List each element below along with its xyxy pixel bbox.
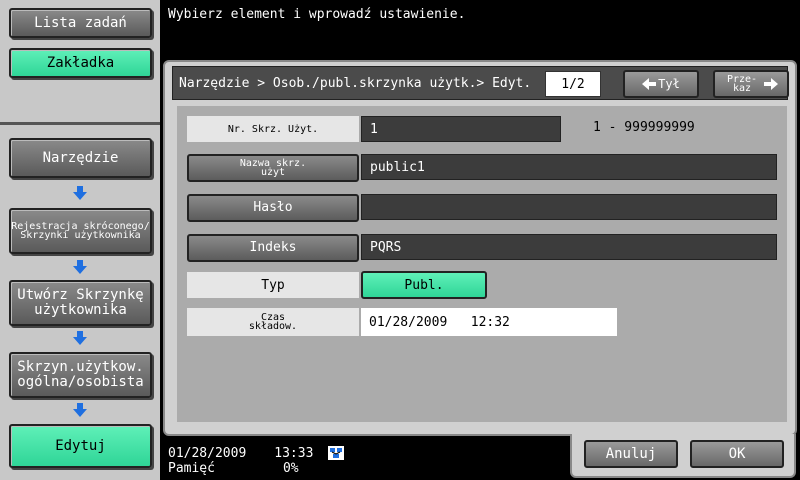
breadcrumb: Narzędzie > Osob./publ.skrzynka użytk.> … (179, 76, 532, 91)
step-label: Edytuj (55, 437, 106, 454)
storage-time-label: Czas składow. (187, 308, 359, 336)
forward-button[interactable]: Prze- kaz (713, 70, 789, 98)
box-name-value: public1 (361, 154, 777, 180)
step-label: Skrzyn.użytkow. ogólna/osobista (17, 359, 144, 390)
type-public-button[interactable]: Publ. (361, 271, 487, 299)
index-button[interactable]: Indeks (187, 234, 359, 262)
forward-label: Prze- kaz (726, 74, 758, 94)
arrow-down-icon (73, 403, 87, 417)
back-button[interactable]: Tył (623, 70, 699, 98)
breadcrumb-step-edit[interactable]: Edytuj (9, 424, 152, 468)
breadcrumb-step-public-personal[interactable]: Skrzyn.użytkow. ogólna/osobista (9, 352, 152, 398)
password-value (361, 194, 777, 220)
status-date: 01/28/2009 (168, 446, 247, 461)
status-time: 13:33 (274, 446, 314, 461)
index-value: PQRS (361, 234, 777, 260)
cancel-button[interactable]: Anuluj (584, 440, 678, 468)
step-label: Utwórz Skrzynkę użytkownika (17, 287, 144, 318)
box-name-button[interactable]: Nazwa skrz. użyt (187, 154, 359, 182)
box-number-value: 1 (361, 116, 561, 142)
breadcrumb-step-registration[interactable]: Rejestracja skróconego/ Skrzynki użytkow… (9, 208, 152, 254)
back-label: Tył (658, 77, 680, 91)
form-area: Nr. Skrz. Użyt. 1 1 - 999999999 Nazwa sk… (177, 106, 787, 422)
status-area: 01/28/2009 13:33 Pamięć 0% (168, 446, 313, 476)
breadcrumb-step-create-box[interactable]: Utwórz Skrzynkę użytkownika (9, 280, 152, 326)
password-button[interactable]: Hasło (187, 194, 359, 222)
page-indicator: 1/2 (545, 71, 601, 97)
box-name-label: Nazwa skrz. użyt (239, 158, 307, 178)
password-label: Hasło (253, 200, 293, 215)
memory-label: Pamięć (168, 461, 215, 476)
title-bar: Narzędzie > Osob./publ.skrzynka użytk.> … (172, 66, 789, 100)
arrow-down-icon (73, 331, 87, 345)
network-tray-icon[interactable] (328, 446, 344, 460)
storage-time-text: Czas składow. (248, 312, 298, 332)
bookmark-button[interactable]: Zakładka (9, 48, 152, 78)
arrow-down-icon (73, 186, 87, 200)
breadcrumb-step-tool[interactable]: Narzędzie (9, 138, 152, 178)
memory-value: 0% (282, 461, 299, 476)
main-panel: Narzędzie > Osob./publ.skrzynka użytk.> … (163, 60, 797, 436)
arrow-down-icon (73, 260, 87, 274)
index-label: Indeks (249, 240, 297, 255)
step-label: Narzędzie (42, 149, 119, 166)
ok-button[interactable]: OK (690, 440, 784, 468)
instruction-message: Wybierz element i wprowadź ustawienie. (168, 7, 466, 22)
sidebar: Lista zadań Zakładka Narzędzie Rejestrac… (0, 0, 160, 480)
bookmark-label: Zakładka (46, 54, 115, 71)
job-list-button[interactable]: Lista zadań (9, 8, 152, 38)
box-number-range: 1 - 999999999 (593, 120, 695, 135)
arrow-right-icon (764, 78, 778, 90)
storage-time-value: 01/28/2009 12:32 (361, 308, 617, 336)
sidebar-divider (0, 122, 160, 125)
job-list-label: Lista zadań (34, 14, 127, 31)
box-number-label: Nr. Skrz. Użyt. (187, 116, 359, 142)
step-label: Rejestracja skróconego/ Skrzynki użytkow… (11, 221, 150, 241)
type-label: Typ (187, 272, 359, 298)
arrow-left-icon (642, 78, 657, 90)
